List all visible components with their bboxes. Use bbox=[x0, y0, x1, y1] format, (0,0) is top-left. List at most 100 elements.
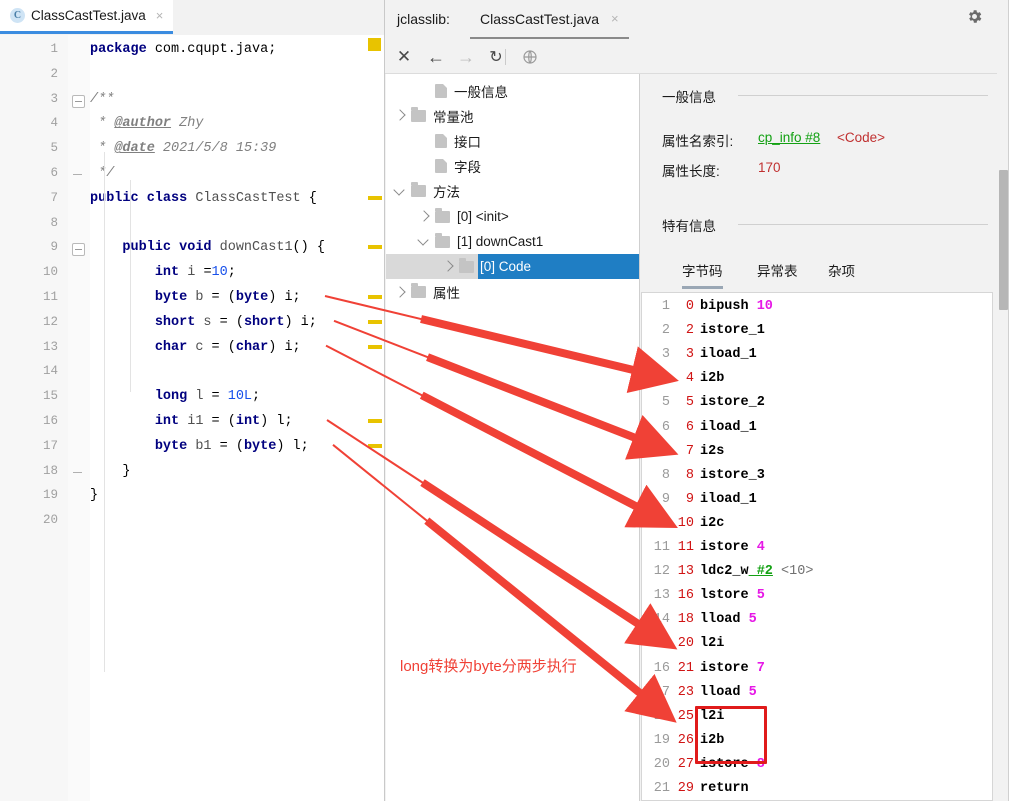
chevron-right-icon[interactable] bbox=[440, 259, 455, 274]
bytecode-line-number: 10 bbox=[653, 515, 670, 531]
folder-icon bbox=[411, 106, 426, 122]
bytecode-offset: 0 bbox=[685, 299, 694, 314]
code-line: public class ClassCastTest { bbox=[90, 190, 317, 206]
gutter-change-marker[interactable] bbox=[368, 344, 382, 349]
indent-guide bbox=[104, 152, 105, 672]
specific-info-heading: 特有信息 bbox=[662, 215, 724, 235]
line-number: 15 bbox=[42, 389, 58, 404]
tree-item[interactable]: 字段 bbox=[386, 154, 639, 179]
tree-item[interactable]: 常量池 bbox=[386, 103, 639, 128]
tree-item-label: 属性 bbox=[433, 286, 460, 302]
line-number: 5 bbox=[50, 141, 58, 156]
detail-tab-bar: 字节码 异常表 杂项 bbox=[662, 260, 992, 290]
attr-length-value: 170 bbox=[758, 160, 781, 175]
gutter-change-marker[interactable] bbox=[368, 319, 382, 324]
close-icon[interactable]: × bbox=[156, 8, 164, 23]
tree-item-label: 接口 bbox=[454, 134, 481, 150]
tree-item[interactable]: [1] downCast1 bbox=[386, 229, 639, 254]
editor-code-area[interactable]: package com.cqupt.java; /** * @author Zhy… bbox=[90, 35, 384, 801]
gutter-change-marker[interactable] bbox=[368, 245, 382, 250]
refresh-icon[interactable]: ↻ bbox=[485, 46, 507, 68]
bytecode-line-number: 1 bbox=[661, 299, 670, 314]
gutter-change-marker[interactable] bbox=[368, 295, 382, 299]
tree-item[interactable]: 属性 bbox=[386, 280, 639, 305]
class-structure-tree[interactable]: 一般信息常量池接口字段 方法 [0] <init> [1] downCast1 [0] … bbox=[386, 74, 640, 801]
constant-pool-ref[interactable]: #2 bbox=[749, 564, 773, 579]
code-line: } bbox=[90, 488, 99, 504]
editor-gutter[interactable]: 1 2 3 4 5 6 7 8 9 10 11 12 13 14 15 16 17 18 19 20 bbox=[0, 35, 69, 801]
fold-marker[interactable] bbox=[72, 243, 85, 257]
line-number: 3 bbox=[50, 91, 58, 106]
bytecode-opcode: istore_1 bbox=[700, 323, 765, 339]
bytecode-listing[interactable]: 1 0 bipush 10 2 2 istore_1 3 3 iload_1 4 4 i2b 5 5 ist… bbox=[641, 292, 993, 801]
tree-item[interactable]: [0] Code bbox=[478, 254, 639, 280]
line-number: 20 bbox=[42, 513, 58, 528]
bytecode-operand: 4 bbox=[748, 540, 765, 555]
editor-fold-column bbox=[68, 35, 90, 801]
tree-item[interactable]: 方法 bbox=[386, 179, 639, 204]
jclasslib-file-tab[interactable]: ClassCastTest.java × bbox=[470, 0, 629, 39]
bytecode-opcode: istore_2 bbox=[700, 395, 765, 411]
editor-tab-classcasttest[interactable]: C ClassCastTest.java × bbox=[0, 0, 174, 34]
bytecode-offset: 2 bbox=[685, 323, 694, 339]
bytecode-opcode: istore 4 bbox=[700, 540, 765, 555]
bytecode-line-number: 14 bbox=[653, 612, 670, 628]
gutter-change-marker[interactable] bbox=[368, 38, 381, 51]
chevron-down-icon[interactable] bbox=[416, 234, 431, 249]
bytecode-line-number: 9 bbox=[661, 491, 670, 507]
tree-item-label: 一般信息 bbox=[454, 84, 508, 100]
chevron-right-icon[interactable] bbox=[416, 209, 431, 224]
bytecode-line-number: 11 bbox=[653, 540, 670, 555]
bytecode-line-number: 8 bbox=[661, 467, 670, 483]
fold-marker[interactable] bbox=[72, 169, 85, 182]
code-line: * @author Zhy bbox=[90, 116, 204, 132]
line-number: 4 bbox=[50, 116, 58, 131]
gutter-change-marker[interactable] bbox=[368, 419, 382, 423]
tree-item[interactable]: 接口 bbox=[386, 128, 639, 153]
folder-icon bbox=[435, 232, 450, 248]
fold-marker[interactable] bbox=[72, 94, 85, 108]
tree-item[interactable]: [0] <init> bbox=[386, 204, 639, 229]
bytecode-line-number: 18 bbox=[653, 708, 670, 724]
gutter-change-marker[interactable] bbox=[368, 443, 382, 448]
gear-icon[interactable] bbox=[966, 8, 983, 25]
tab-bytecode[interactable]: 字节码 bbox=[682, 260, 723, 289]
chevron-right-icon[interactable] bbox=[392, 285, 407, 300]
scrollbar-thumb[interactable] bbox=[999, 170, 1008, 310]
line-number: 7 bbox=[50, 190, 58, 205]
line-number: 13 bbox=[42, 339, 58, 354]
close-icon[interactable]: ✕ bbox=[393, 46, 415, 68]
tree-item-label: [1] downCast1 bbox=[457, 234, 544, 250]
bytecode-opcode: i2c bbox=[700, 515, 725, 531]
line-number: 12 bbox=[42, 314, 58, 329]
arrow-right-icon[interactable]: → bbox=[455, 46, 477, 68]
line-number: 18 bbox=[42, 463, 58, 478]
chevron-down-icon[interactable] bbox=[392, 184, 407, 199]
globe-icon[interactable] bbox=[519, 46, 541, 68]
arrow-left-icon[interactable]: ← bbox=[425, 46, 447, 68]
bytecode-operand: 5 bbox=[740, 684, 757, 700]
general-info-heading: 一般信息 bbox=[662, 86, 724, 106]
bytecode-offset: 18 bbox=[677, 612, 694, 628]
bytecode-line-number: 15 bbox=[653, 636, 670, 652]
cp-info-link[interactable]: cp_info #8 bbox=[758, 130, 820, 145]
bytecode-offset: 25 bbox=[677, 708, 694, 724]
close-icon[interactable]: × bbox=[611, 11, 619, 26]
tab-exception-table[interactable]: 异常表 bbox=[757, 260, 798, 286]
gutter-change-marker[interactable] bbox=[368, 195, 382, 200]
bytecode-comment: <10> bbox=[772, 564, 814, 580]
line-number: 17 bbox=[42, 438, 58, 453]
line-number: 10 bbox=[42, 265, 58, 280]
code-line: public void downCast1() { bbox=[122, 240, 325, 256]
jclasslib-file-tab-label: ClassCastTest.java bbox=[480, 10, 600, 27]
fold-marker[interactable] bbox=[72, 467, 85, 480]
java-class-icon: C bbox=[10, 8, 25, 23]
editor-tab-label: ClassCastTest.java bbox=[31, 8, 146, 23]
tab-misc[interactable]: 杂项 bbox=[828, 260, 855, 286]
chevron-right-icon[interactable] bbox=[392, 108, 407, 123]
code-line: byte b = (byte) i; bbox=[154, 290, 301, 305]
tree-item[interactable]: 一般信息 bbox=[386, 78, 639, 103]
bytecode-line-number: 6 bbox=[661, 419, 670, 435]
